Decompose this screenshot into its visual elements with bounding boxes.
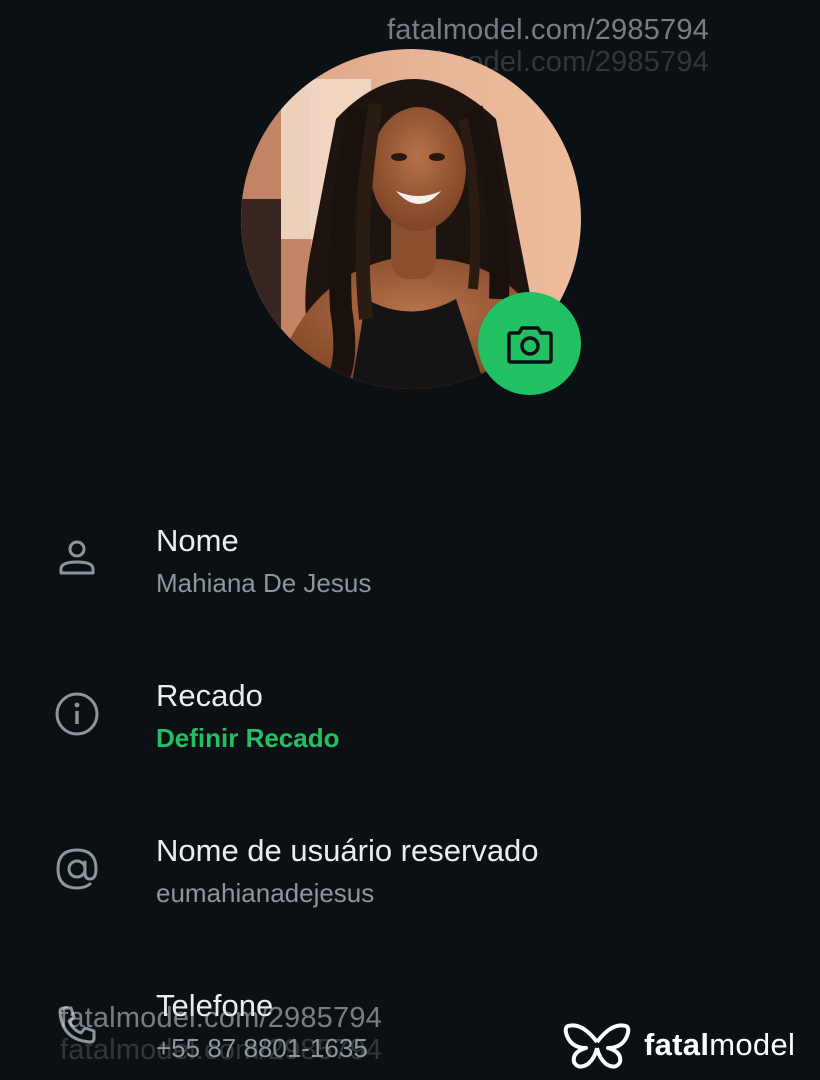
profile-photo-container — [241, 49, 581, 395]
watermark-url: fatalmodel.com/2985794 — [387, 14, 709, 46]
watermark-url: fatalmodel.com/2985794 — [60, 1002, 382, 1034]
row-name-value: Mahiana De Jesus — [156, 568, 372, 598]
brand-name: fatalmodel — [644, 1027, 796, 1062]
watermark-url-shadow: fatalmodel.com/2985794 — [60, 1034, 382, 1066]
set-status-link[interactable]: Definir Recado — [156, 723, 340, 754]
change-photo-button[interactable] — [478, 292, 581, 395]
watermark-brand: fatalmodel — [562, 1020, 795, 1070]
person-icon — [53, 534, 101, 582]
row-username-title: Nome de usuário reservado — [156, 833, 539, 868]
row-username-value: eumahianadejesus — [156, 878, 375, 908]
at-icon — [53, 845, 101, 893]
info-icon — [53, 690, 101, 738]
row-status-title: Recado — [156, 678, 263, 713]
row-name-title: Nome — [156, 523, 239, 558]
camera-icon — [506, 325, 553, 364]
butterfly-logo-icon — [563, 1023, 631, 1069]
